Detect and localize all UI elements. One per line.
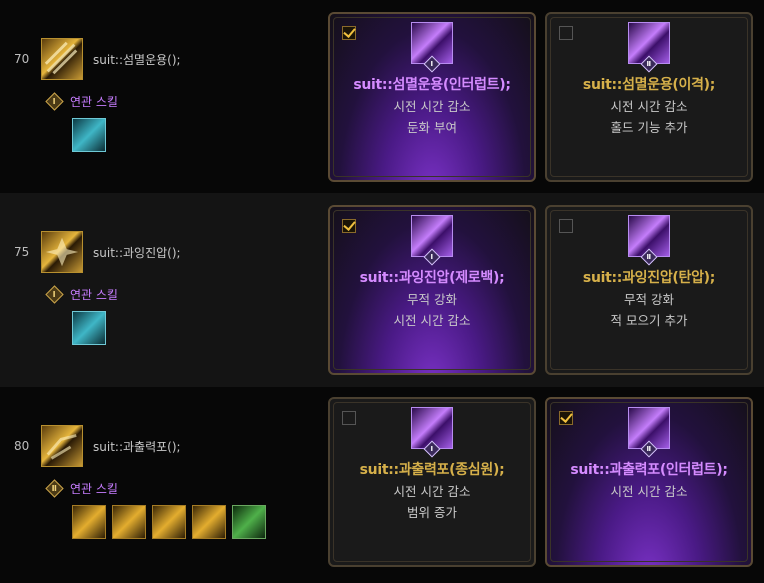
skill-row-70: 70 suit::섬멸운용(); Ⅰ 연관 스킬 Ⅰ suit::섬멸운용(인터… [0,0,764,193]
skill-level: 70 [14,52,30,66]
skill-icon-gwaing[interactable] [41,231,83,273]
option-card-interrupt-80[interactable]: Ⅱ suit::과출력포(인터럽트); 시전 시간 감소 [545,397,753,567]
option-checkbox[interactable] [342,411,356,425]
related-skills-header: Ⅱ 연관 스킬 [45,478,118,498]
option-title: suit::섬멸운용(인터럽트); [353,77,511,93]
related-skill-list [72,311,106,345]
option-card-distance[interactable]: Ⅱ suit::섬멸운용(이격); 시전 시간 감소 홀드 기능 추가 [545,12,753,182]
related-skill-list [72,505,266,539]
option-card-zeroback[interactable]: Ⅰ suit::과잉진압(제로백); 무적 강화 시전 시간 감소 [328,205,536,375]
related-skill-icon[interactable] [72,505,106,539]
related-skill-icon[interactable] [72,311,106,345]
option-skill-icon: Ⅰ [411,407,453,458]
grade-badge-icon: Ⅰ [45,284,64,304]
related-skills-header: Ⅰ 연관 스킬 [45,284,118,304]
related-skill-icon[interactable] [152,505,186,539]
option-description: 무적 강화 적 모으기 추가 [610,292,688,328]
grade-badge-icon: Ⅰ [45,91,64,111]
related-skill-list [72,118,106,152]
skill-row-80: 80 suit::과출력포(); Ⅱ 연관 스킬 Ⅰ suit::과출력포(종심… [0,387,764,583]
option-checkbox[interactable] [342,26,356,40]
skill-icon-gwachulryeok[interactable] [41,425,83,467]
option-title: suit::과잉진압(제로백); [359,270,505,286]
related-skill-icon[interactable] [112,505,146,539]
skill-option-panel: 70 suit::섬멸운용(); Ⅰ 연관 스킬 Ⅰ suit::섬멸운용(인터… [0,0,764,583]
skill-level: 80 [14,439,30,453]
related-skills-label: 연관 스킬 [70,481,118,496]
related-skills-label: 연관 스킬 [70,287,118,302]
skill-level: 75 [14,245,30,259]
option-card-jongsimwon[interactable]: Ⅰ suit::과출력포(종심원); 시전 시간 감소 범위 증가 [328,397,536,567]
option-checkbox[interactable] [559,26,573,40]
related-skills-label: 연관 스킬 [70,94,118,109]
skill-name: suit::과잉진압(); [93,246,181,260]
option-skill-icon: Ⅱ [628,215,670,266]
option-checkbox[interactable] [559,219,573,233]
option-skill-icon: Ⅱ [628,407,670,458]
option-skill-icon: Ⅱ [628,22,670,73]
option-skill-icon: Ⅰ [411,22,453,73]
related-skill-icon[interactable] [232,505,266,539]
skill-name: suit::과출력포(); [93,440,181,454]
option-title: suit::섬멸운용(이격); [582,77,716,93]
skill-name: suit::섬멸운용(); [93,53,181,67]
grade-badge-icon: Ⅱ [45,478,64,498]
option-description: 시전 시간 감소 홀드 기능 추가 [610,99,688,135]
option-description: 무적 강화 시전 시간 감소 [393,292,471,328]
skill-icon-seommyeol[interactable] [41,38,83,80]
related-skill-icon[interactable] [192,505,226,539]
option-checkbox[interactable] [342,219,356,233]
option-checkbox[interactable] [559,411,573,425]
option-description: 시전 시간 감소 [610,484,688,499]
option-description: 시전 시간 감소 둔화 부여 [393,99,471,135]
option-skill-icon: Ⅰ [411,215,453,266]
option-description: 시전 시간 감소 범위 증가 [393,484,471,520]
skill-row-75: 75 suit::과잉진압(); Ⅰ 연관 스킬 Ⅰ suit::과잉진압(제로… [0,193,764,387]
option-title: suit::과잉진압(탄압); [582,270,716,286]
option-card-interrupt[interactable]: Ⅰ suit::섬멸운용(인터럽트); 시전 시간 감소 둔화 부여 [328,12,536,182]
option-card-tanap[interactable]: Ⅱ suit::과잉진압(탄압); 무적 강화 적 모으기 추가 [545,205,753,375]
related-skills-header: Ⅰ 연관 스킬 [45,91,118,111]
option-title: suit::과출력포(종심원); [359,462,505,478]
option-title: suit::과출력포(인터럽트); [570,462,728,478]
related-skill-icon[interactable] [72,118,106,152]
